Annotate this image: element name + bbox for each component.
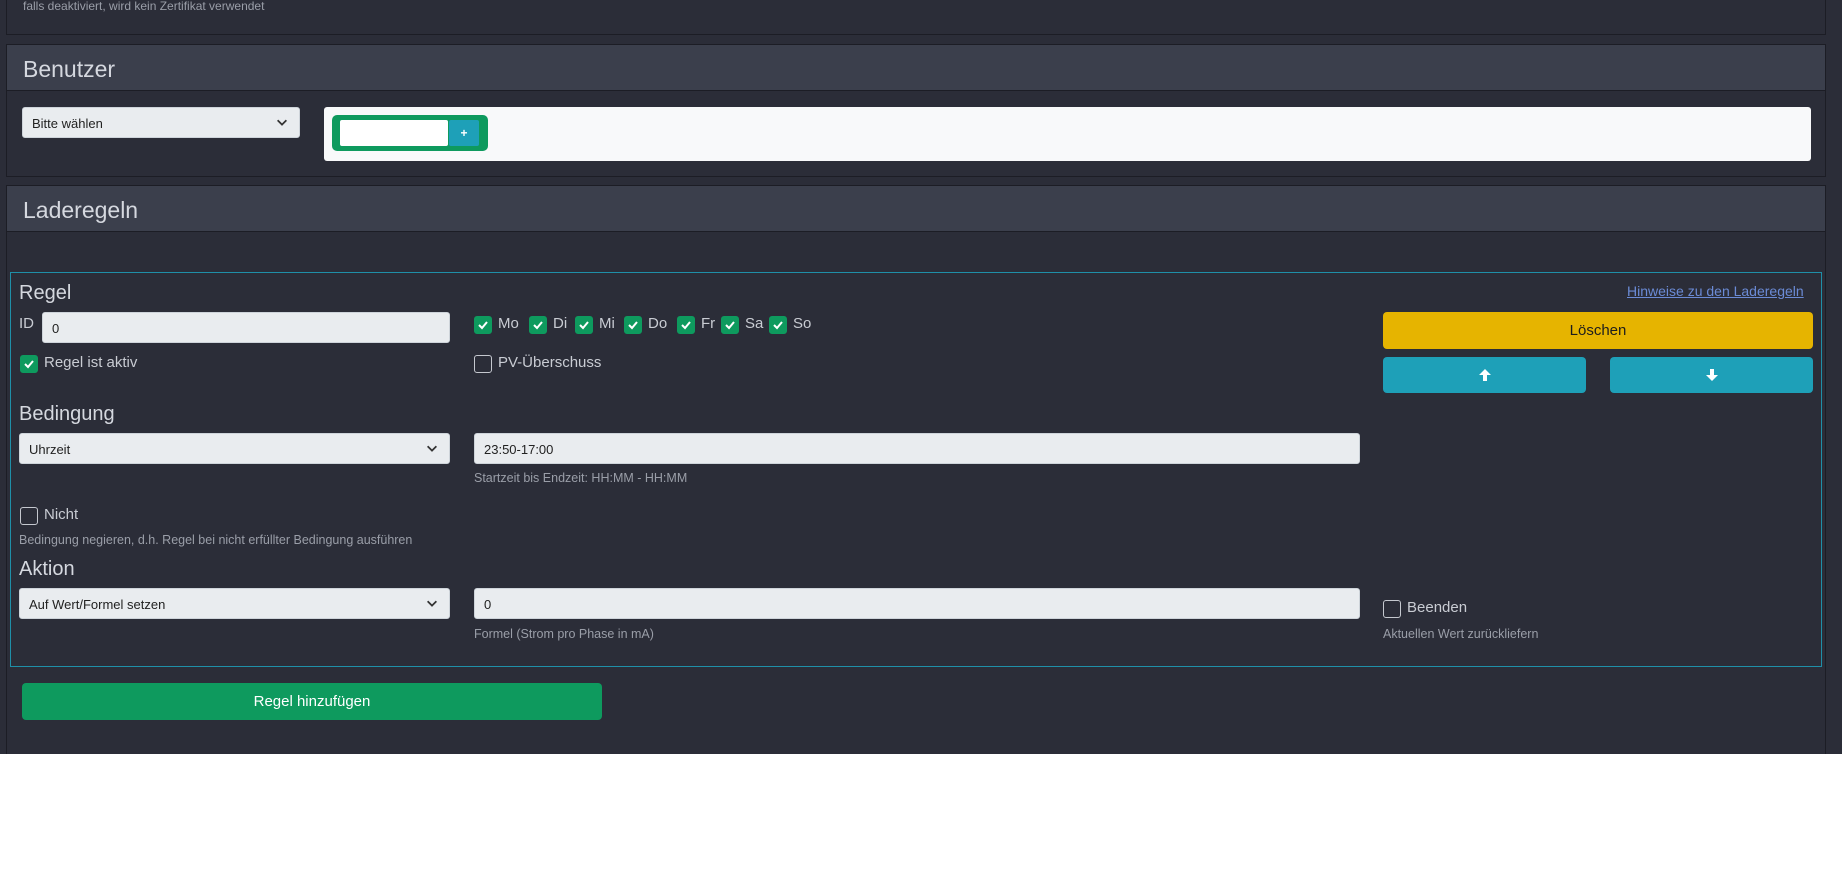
user-select[interactable]: Bitte wählen [22, 107, 300, 138]
rule-active-label: Regel ist aktiv [44, 354, 138, 371]
certificate-card: falls deaktiviert, wird kein Zertifikat … [6, 0, 1826, 35]
laderegeln-header: Laderegeln [7, 186, 1825, 232]
formula-hint: Formel (Strom pro Phase in mA) [474, 627, 654, 641]
day-label-so: So [793, 315, 812, 332]
add-user-button[interactable]: + [449, 120, 479, 146]
day-label-mo: Mo [498, 315, 519, 332]
day-checkbox-fr[interactable] [677, 316, 695, 334]
benutzer-header: Benutzer [7, 45, 1825, 91]
day-label-fr: Fr [701, 315, 716, 332]
certificate-hint: falls deaktiviert, wird kein Zertifikat … [23, 0, 265, 13]
time-range-input[interactable]: 23:50-17:00 [474, 433, 1360, 464]
chevron-down-icon [277, 119, 287, 126]
arrow-down-icon [1706, 369, 1718, 381]
delete-rule-button[interactable]: Löschen [1383, 312, 1813, 349]
user-name-input[interactable] [340, 120, 448, 146]
arrow-up-icon [1479, 369, 1491, 381]
id-input-value: 0 [52, 321, 60, 336]
condition-title: Bedingung [19, 403, 115, 425]
formula-value: 0 [484, 597, 492, 612]
day-checkbox-mi[interactable] [575, 316, 593, 334]
chevron-down-icon [427, 600, 437, 607]
chevron-down-icon [427, 445, 437, 452]
checkmark-icon [533, 321, 543, 330]
formula-input[interactable]: 0 [474, 588, 1360, 619]
benutzer-title: Benutzer [23, 56, 116, 82]
pv-surplus-checkbox[interactable] [474, 355, 492, 373]
day-label-di: Di [553, 315, 568, 332]
rule-active-checkbox[interactable] [20, 355, 38, 373]
checkmark-icon [24, 360, 34, 369]
day-checkbox-mo[interactable] [474, 316, 492, 334]
delete-rule-label: Löschen [1569, 322, 1627, 339]
end-hint: Aktuellen Wert zurückliefern [1383, 627, 1539, 641]
laderegeln-title: Laderegeln [23, 197, 139, 223]
checkmark-icon [681, 321, 691, 330]
day-checkbox-so[interactable] [769, 316, 787, 334]
action-title: Aktion [19, 558, 75, 580]
checkmark-icon [725, 321, 735, 330]
day-checkbox-do[interactable] [624, 316, 642, 334]
end-checkbox[interactable] [1383, 600, 1401, 618]
end-label: Beenden [1407, 599, 1468, 616]
add-rule-label: Regel hinzufügen [253, 693, 371, 710]
checkmark-icon [478, 321, 488, 330]
day-checkbox-sa[interactable] [721, 316, 739, 334]
checkmark-icon [579, 321, 589, 330]
rules-hint-link[interactable]: Hinweise zu den Laderegeln [1627, 283, 1804, 299]
user-list-box: + [324, 107, 1811, 161]
condition-select[interactable]: Uhrzeit [19, 433, 450, 464]
day-label-mi: Mi [599, 315, 615, 332]
action-select-value: Auf Wert/Formel setzen [29, 597, 166, 612]
app: falls deaktiviert, wird kein Zertifikat … [0, 0, 1842, 754]
user-add-chip: + [332, 115, 488, 151]
checkmark-icon [773, 321, 783, 330]
condition-select-value: Uhrzeit [29, 442, 71, 457]
move-up-button[interactable] [1383, 357, 1586, 393]
rule-title: Regel [19, 282, 72, 304]
id-label: ID [19, 315, 34, 332]
move-down-button[interactable] [1610, 357, 1813, 393]
day-label-do: Do [648, 315, 668, 332]
checkmark-icon [628, 321, 638, 330]
negate-checkbox[interactable] [20, 507, 38, 525]
time-range-value: 23:50-17:00 [484, 442, 554, 457]
negate-label: Nicht [44, 506, 79, 523]
time-range-hint: Startzeit bis Endzeit: HH:MM - HH:MM [474, 471, 688, 485]
add-rule-button[interactable]: Regel hinzufügen [22, 683, 602, 720]
user-select-value: Bitte wählen [32, 116, 103, 131]
negate-hint: Bedingung negieren, d.h. Regel bei nicht… [19, 533, 413, 547]
day-label-sa: Sa [745, 315, 764, 332]
id-input[interactable]: 0 [42, 312, 450, 343]
pv-surplus-label: PV-Überschuss [498, 354, 602, 371]
action-select[interactable]: Auf Wert/Formel setzen [19, 588, 450, 619]
day-checkbox-di[interactable] [529, 316, 547, 334]
